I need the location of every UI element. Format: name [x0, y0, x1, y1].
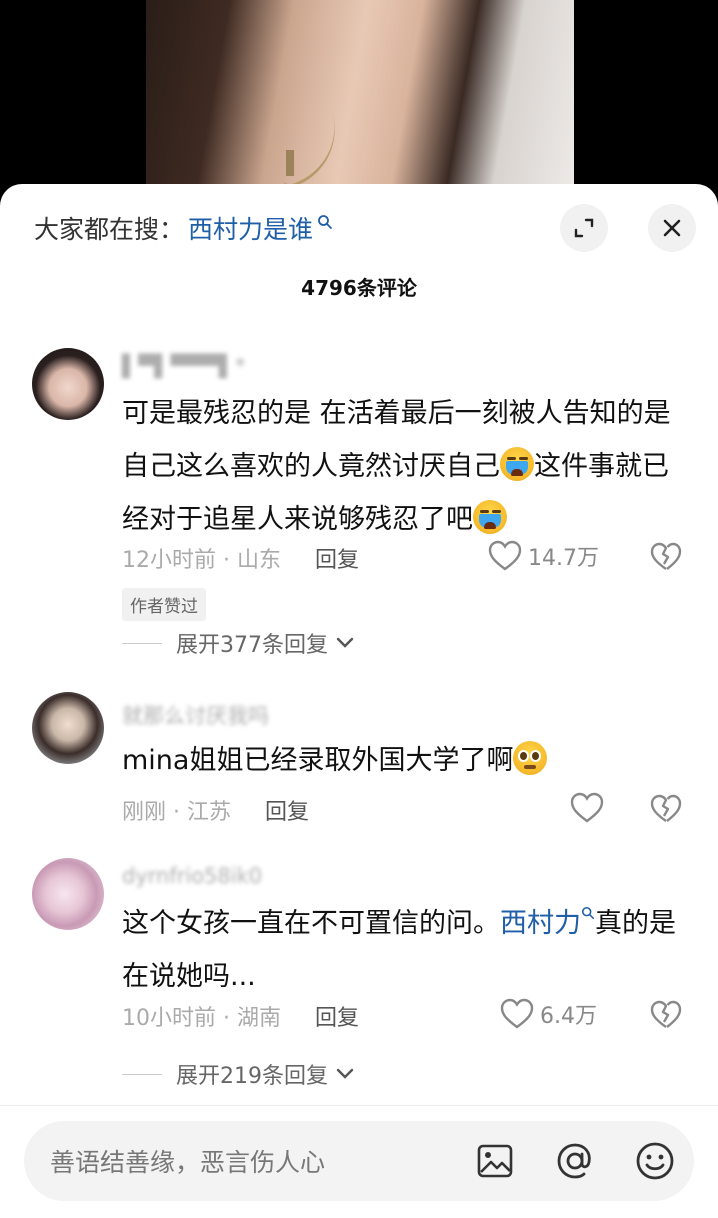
dislike-button[interactable] — [650, 794, 682, 828]
emoji-icon — [636, 1142, 674, 1180]
like-count: 6.4万 — [540, 1004, 597, 1029]
crying-emoji-icon — [500, 447, 534, 481]
expand-replies-button[interactable]: 展开219条回复 — [122, 1058, 356, 1090]
close-button[interactable] — [648, 204, 696, 252]
reply-button[interactable]: 回复 — [315, 542, 359, 574]
heart-icon — [570, 792, 604, 823]
reply-button[interactable]: 回复 — [315, 1000, 359, 1032]
heart-icon — [488, 540, 522, 571]
pleading-emoji-icon — [513, 741, 548, 775]
expand-button[interactable] — [560, 204, 608, 252]
video-frame — [146, 0, 574, 200]
comment-meta: 10小时前 · 湖南 回复 — [122, 1000, 359, 1032]
trending-search-term[interactable]: 西村力是谁 — [188, 210, 313, 246]
image-button[interactable] — [474, 1140, 516, 1182]
divider-line — [122, 1073, 162, 1075]
expand-replies-button[interactable]: 展开377条回复 — [122, 627, 356, 659]
at-icon — [557, 1143, 591, 1179]
dislike-heart-icon — [650, 794, 682, 822]
dislike-heart-icon — [650, 1000, 682, 1028]
comment-meta: 12小时前 · 山东 回复 — [122, 542, 359, 574]
dislike-heart-icon — [650, 542, 682, 570]
comment-text-part: mina姐姐已经录取外国大学了啊 — [122, 745, 514, 776]
comment-text: mina姐姐已经录取外国大学了啊 — [122, 734, 682, 787]
comment-meta: 刚刚 · 江苏 回复 — [122, 794, 309, 826]
comment-input[interactable]: 善语结善缘，恶言伤人心 — [24, 1121, 694, 1201]
like-button[interactable] — [570, 792, 610, 824]
crying-emoji-icon — [473, 500, 507, 534]
mention-button[interactable] — [554, 1140, 596, 1182]
chevron-down-icon — [336, 1068, 354, 1079]
reply-button[interactable]: 回复 — [265, 794, 309, 826]
input-divider — [0, 1105, 718, 1106]
expand-replies-label: 展开219条回复 — [176, 1064, 328, 1089]
comment-count: 4796条评论 — [301, 276, 417, 300]
search-icon — [581, 906, 595, 920]
author-liked-badge: 作者赞过 — [122, 588, 206, 621]
image-icon — [477, 1144, 513, 1178]
comment-input-placeholder: 善语结善缘，恶言伤人心 — [50, 1148, 326, 1177]
time-location: 12小时前 · 山东 — [122, 548, 281, 573]
comment-text: 可是最残忍的是 在活着最后一刻被人告知的是自己这么喜欢的人竟然讨厌自己 这件事就已… — [122, 387, 682, 546]
comments-sheet: 大家都在搜： 西村力是谁 4796条评论 ▌▀▌▀▀▀▌* 可是最残忍的是 在活… — [0, 184, 718, 1218]
username[interactable]: 就那么讨厌我吗 — [122, 700, 269, 730]
time-location: 刚刚 · 江苏 — [122, 800, 231, 825]
divider-line — [122, 642, 162, 644]
like-button[interactable]: 14.7万 — [488, 540, 599, 572]
chevron-down-icon — [336, 637, 354, 648]
expand-icon — [574, 218, 594, 238]
expand-replies-label: 展开377条回复 — [176, 633, 328, 658]
avatar[interactable] — [32, 692, 104, 764]
avatar[interactable] — [32, 858, 104, 930]
comment-text: 这个女孩一直在不可置信的问。西村力 真的是在说她吗... — [122, 897, 682, 1003]
like-button[interactable]: 6.4万 — [500, 998, 597, 1030]
username[interactable]: dyrnfrio58ik0 — [122, 864, 262, 888]
search-icon — [318, 215, 332, 229]
video-background[interactable] — [0, 0, 718, 200]
comment-text-part: 这个女孩一直在不可置信的问。 — [122, 908, 500, 939]
time-location: 10小时前 · 湖南 — [122, 1006, 281, 1031]
close-icon — [663, 219, 681, 237]
like-count: 14.7万 — [528, 546, 599, 571]
trending-search[interactable]: 大家都在搜： 西村力是谁 — [34, 208, 333, 248]
username[interactable]: ▌▀▌▀▀▀▌* — [122, 354, 246, 378]
emoji-button[interactable] — [634, 1140, 676, 1182]
pendant-decoration — [286, 150, 294, 176]
trending-search-label: 大家都在搜： — [34, 215, 185, 244]
heart-icon — [500, 998, 534, 1029]
avatar[interactable] — [32, 348, 104, 420]
topic-link[interactable]: 西村力 — [500, 908, 581, 939]
dislike-button[interactable] — [650, 542, 682, 576]
dislike-button[interactable] — [650, 1000, 682, 1034]
